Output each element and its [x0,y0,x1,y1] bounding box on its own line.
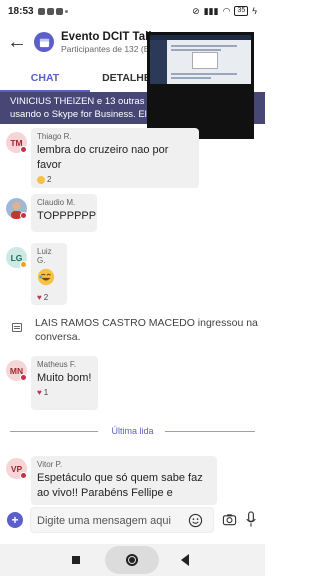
laughing-emoji-icon [37,268,55,286]
reaction-badge[interactable]: ♥ 1 [37,388,92,397]
message-sender: Vitor P. [37,460,63,469]
message-bubble[interactable]: Luiz G. ♥ 2 [31,243,67,305]
system-navigation-bar [0,544,265,576]
teams-notification-icon [46,7,54,15]
mute-icon: ⊘ [192,5,200,16]
message-sender: Luiz G. [37,247,52,265]
laughing-emoji-icon [37,175,45,184]
presence-busy-icon [20,472,27,479]
divider-line [165,431,255,432]
home-icon[interactable] [105,546,159,574]
message-bubble[interactable]: Thiago R. lembra do cruzeiro nao por fav… [31,128,199,188]
message-input-box[interactable] [30,507,214,533]
system-message-text: LAIS RAMOS CASTRO MACEDO ingressou na co… [35,317,258,343]
heart-icon: ♥ [37,388,42,397]
presence-away-icon [20,261,27,268]
message-text: Espetáculo que só quem sabe faz ao vivo!… [37,472,203,499]
reaction-count: 1 [43,388,49,397]
team-calendar-icon [34,32,54,52]
message-text: lembra do cruzeiro nao por favor [37,144,169,171]
message-sender: Matheus F. [37,360,77,369]
notification-icons [37,7,68,15]
reaction-count: 2 [43,293,49,302]
status-bar: 18:53 ⊘ ▮▮▮ ◠ 35 ϟ [0,0,265,22]
microphone-icon[interactable] [245,511,257,528]
presence-busy-icon [20,146,27,153]
arrow-left-icon[interactable]: ← [0,22,34,62]
message-bubble[interactable]: Vitor P. Espetáculo que só quem sabe faz… [31,456,217,505]
last-read-divider: Última lida [10,426,255,436]
reaction-count: 2 [47,175,52,184]
shared-screen-thumbnail [150,35,251,84]
battery-icon: 35 [234,6,249,16]
presence-busy-icon [20,212,27,219]
message-text: Muito bom! [37,372,92,384]
recent-apps-icon[interactable] [72,556,80,564]
signal-icon: ▮▮▮ [203,5,219,16]
wifi-icon: ◠ [222,5,231,16]
heart-icon: ♥ [37,293,42,302]
reaction-badge[interactable]: ♥ 2 [37,293,61,302]
back-triangle-icon[interactable] [181,554,189,566]
message-text: TOPPPPPP [37,210,97,222]
screen-share-pip[interactable] [147,32,254,139]
camera-icon[interactable] [222,512,237,527]
message-bubble[interactable]: Claudio M. TOPPPPPP [31,194,97,232]
status-time: 18:53 [8,5,34,17]
app-notification-icon [55,7,63,15]
charging-icon: ϟ [252,6,257,16]
emoji-icon[interactable] [188,513,203,528]
member-joined-icon [12,323,22,332]
add-attachment-button[interactable]: + [7,512,23,528]
teams-notification-icon [37,7,45,15]
presence-busy-icon [20,374,27,381]
message-sender: Thiago R. [37,132,72,141]
more-notifications-icon [64,9,68,13]
message-bubble[interactable]: Matheus F. Muito bom! ♥ 1 [31,356,98,410]
message-input[interactable] [37,512,185,530]
status-icons: ⊘ ▮▮▮ ◠ 35 ϟ [192,6,257,17]
tab-chat[interactable]: CHAT [0,64,90,92]
compose-bar: + [0,505,265,535]
message-sender: Claudio M. [37,198,76,207]
reaction-badge[interactable]: 2 [37,175,193,184]
